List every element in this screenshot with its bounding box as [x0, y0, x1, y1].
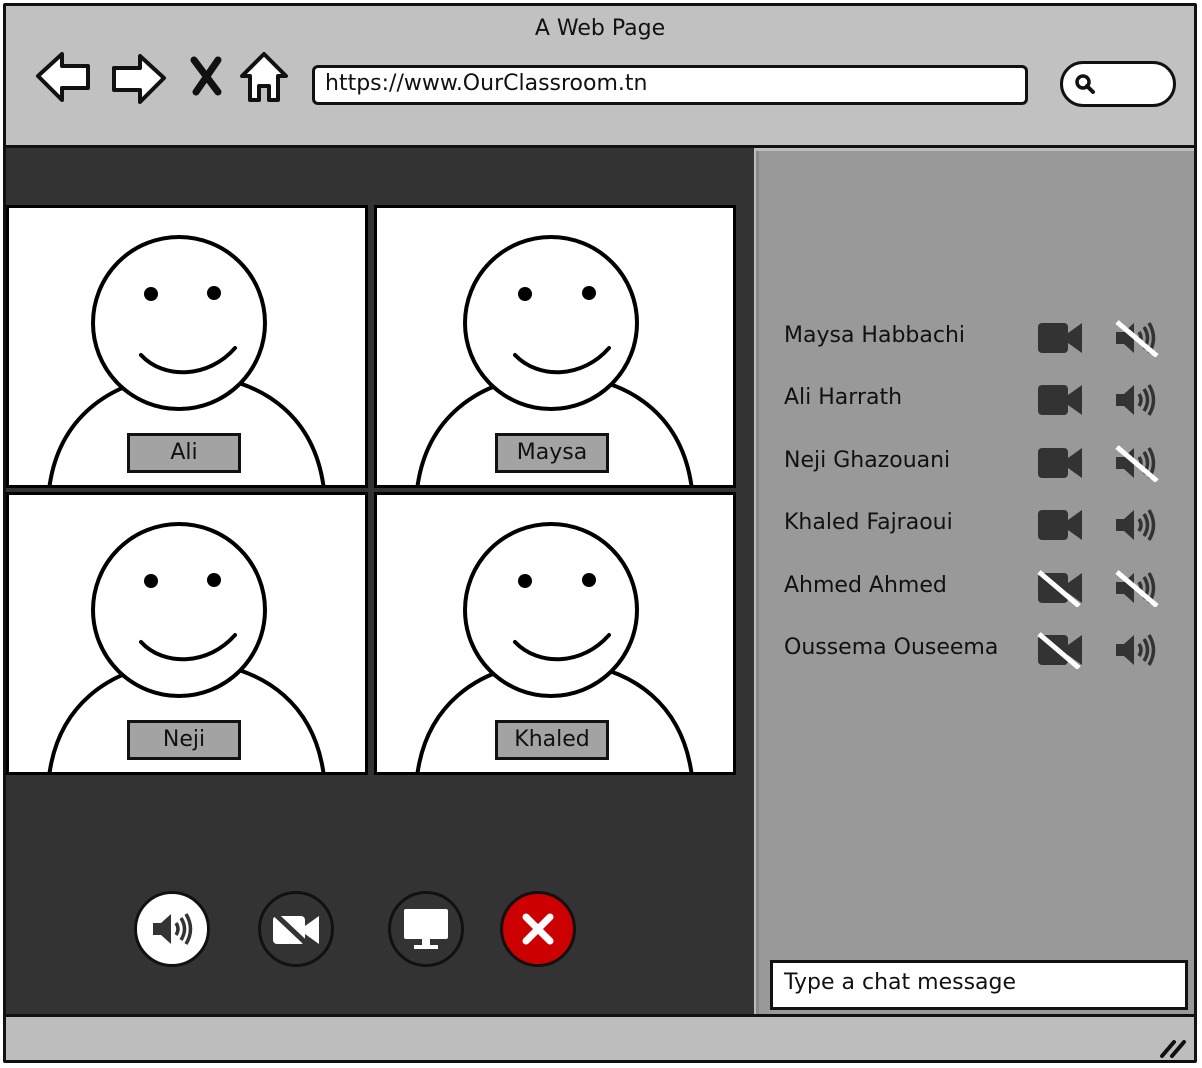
- participant-row[interactable]: Oussema Ouseema: [784, 631, 1194, 671]
- window-title: A Web Page: [534, 16, 666, 41]
- participant-name: Ali Harrath: [784, 385, 903, 411]
- camera-off-icon[interactable]: [1036, 631, 1084, 669]
- search-icon: [1075, 74, 1095, 94]
- video-tile-neji[interactable]: Neji: [6, 492, 368, 775]
- participant-name: Khaled Fajraoui: [784, 510, 953, 536]
- back-arrow-icon[interactable]: [32, 46, 96, 106]
- status-bar: [6, 1014, 1194, 1060]
- camera-icon[interactable]: [1036, 381, 1084, 419]
- camera-icon[interactable]: [1036, 319, 1084, 357]
- speaker-icon[interactable]: [1114, 381, 1162, 419]
- forward-arrow-icon[interactable]: [106, 46, 170, 106]
- participant-row[interactable]: Khaled Fajraoui: [784, 506, 1194, 546]
- participant-name-tag: Neji: [127, 720, 241, 760]
- speaker-muted-icon[interactable]: [1114, 319, 1162, 357]
- video-grid-panel: Ali Maysa Neji Khaled: [6, 148, 754, 1014]
- camera-icon[interactable]: [1036, 444, 1084, 482]
- participant-name: Maysa Habbachi: [784, 323, 966, 348]
- chat-input[interactable]: Type a chat message: [770, 960, 1188, 1010]
- participant-row[interactable]: Ahmed Ahmed: [784, 569, 1194, 609]
- video-tile-ali[interactable]: Ali: [6, 205, 368, 488]
- participant-name-tag: Ali: [127, 433, 241, 473]
- participant-row[interactable]: Maysa Habbachi: [784, 319, 1194, 359]
- camera-toggle-button[interactable]: [258, 891, 334, 967]
- speaker-icon[interactable]: [1114, 506, 1162, 544]
- participant-name: Neji Ghazouani: [784, 447, 951, 473]
- speaker-icon[interactable]: [1114, 631, 1162, 669]
- speaker-muted-icon[interactable]: [1114, 444, 1162, 482]
- search-field[interactable]: [1060, 61, 1176, 107]
- screen-share-icon: [404, 909, 448, 949]
- resize-grip-icon[interactable]: [1158, 1034, 1188, 1060]
- speaker-muted-icon[interactable]: [1114, 569, 1162, 607]
- end-call-button[interactable]: [500, 891, 576, 967]
- speaker-toggle-button[interactable]: [134, 891, 210, 967]
- browser-toolbar: A Web Page https://www.OurClassroom.tn: [6, 6, 1194, 148]
- camera-off-icon[interactable]: [1036, 569, 1084, 607]
- home-icon[interactable]: [236, 46, 292, 106]
- url-bar[interactable]: https://www.OurClassroom.tn: [312, 65, 1028, 105]
- end-call-icon: [522, 913, 554, 945]
- screen-share-button[interactable]: [388, 891, 464, 967]
- close-x-icon[interactable]: [184, 46, 228, 106]
- participant-row[interactable]: Neji Ghazouani: [784, 444, 1194, 484]
- camera-off-icon: [273, 912, 319, 948]
- camera-icon[interactable]: [1036, 506, 1084, 544]
- participant-name-tag: Khaled: [495, 720, 609, 760]
- browser-window: A Web Page https://www.OurClassroom.tn A…: [3, 3, 1197, 1063]
- video-tile-maysa[interactable]: Maysa: [374, 205, 736, 488]
- speaker-icon: [153, 913, 193, 945]
- participant-name-tag: Maysa: [495, 433, 609, 473]
- video-tile-khaled[interactable]: Khaled: [374, 492, 736, 775]
- participant-name: Ahmed Ahmed: [784, 572, 947, 598]
- participant-name: Oussema Ouseema: [784, 635, 999, 660]
- participant-row[interactable]: Ali Harrath: [784, 381, 1194, 421]
